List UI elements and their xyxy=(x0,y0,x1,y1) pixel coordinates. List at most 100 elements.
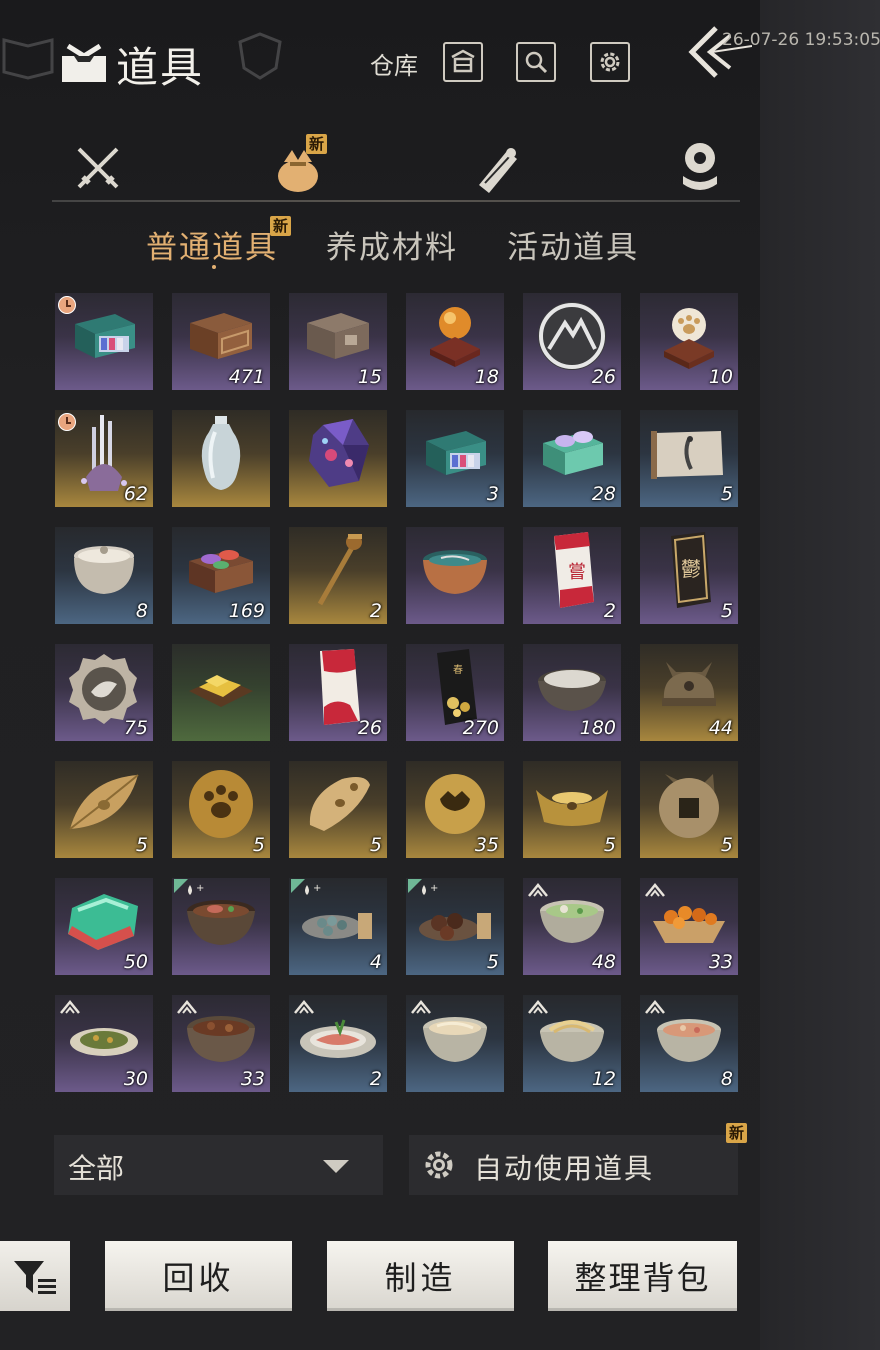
item-slot[interactable]: 嘗2 xyxy=(523,527,621,624)
item-grid: 471 15 18 26 10 62 3 28 5 8 169 2 嘗 2 鬱 5 75 26 春 270 180 44 5… xyxy=(55,293,745,1093)
svg-text:+: + xyxy=(196,883,204,894)
item-count: 10 xyxy=(708,366,733,388)
item-slot[interactable]: 48 xyxy=(523,878,621,975)
subtab-materials[interactable]: 养成材料 xyxy=(326,222,458,267)
item-slot[interactable] xyxy=(172,644,270,741)
item-slot[interactable]: 33 xyxy=(640,878,738,975)
clock-icon xyxy=(58,413,76,431)
item-slot[interactable]: +5 xyxy=(406,878,504,975)
item-slot[interactable]: 10 xyxy=(640,293,738,390)
droplet-icon: + xyxy=(408,879,442,901)
settings-button[interactable] xyxy=(590,42,630,82)
gear-icon xyxy=(425,1151,453,1179)
item-slot[interactable]: + xyxy=(172,878,270,975)
item-count: 8 xyxy=(720,1068,733,1090)
chevron-down-icon xyxy=(323,1160,349,1173)
item-slot[interactable]: 春 270 xyxy=(406,644,504,741)
item-slot[interactable] xyxy=(55,293,153,390)
item-slot[interactable]: 35 xyxy=(406,761,504,858)
filter-button[interactable] xyxy=(0,1241,70,1311)
item-count: 28 xyxy=(591,483,616,505)
item-slot[interactable]: 8 xyxy=(55,527,153,624)
item-count: 33 xyxy=(240,1068,265,1090)
item-count: 169 xyxy=(228,600,265,622)
item-slot[interactable]: 75 xyxy=(55,644,153,741)
bundle-title-icon xyxy=(62,43,106,82)
item-slot[interactable]: 5 xyxy=(55,761,153,858)
item-slot[interactable]: 5 xyxy=(172,761,270,858)
svg-text:嘗: 嘗 xyxy=(568,562,586,583)
gold-tray-icon xyxy=(183,657,259,721)
category-tokens[interactable] xyxy=(672,140,728,196)
item-slot[interactable]: 18 xyxy=(406,293,504,390)
mountain-coin-icon xyxy=(535,299,609,377)
item-slot[interactable]: 33 xyxy=(172,995,270,1092)
item-count: 8 xyxy=(135,600,148,622)
item-slot[interactable]: 62 xyxy=(55,410,153,507)
filter-dropdown[interactable]: 全部 xyxy=(54,1135,383,1195)
item-slot[interactable]: 5 xyxy=(640,410,738,507)
item-count: 62 xyxy=(123,483,148,505)
item-slot[interactable]: 2 xyxy=(289,527,387,624)
item-slot[interactable]: 5 xyxy=(640,761,738,858)
item-slot[interactable]: 15 xyxy=(289,293,387,390)
category-weapons[interactable] xyxy=(70,140,126,196)
sort-bag-button[interactable]: 整理背包 xyxy=(548,1241,737,1311)
item-slot[interactable]: +4 xyxy=(289,878,387,975)
item-count: 471 xyxy=(228,366,265,388)
auto-use-button[interactable]: 自动使用道具 xyxy=(409,1135,738,1195)
subtab-common-items[interactable]: 普通道具 xyxy=(146,222,278,267)
item-slot[interactable]: 5 xyxy=(289,761,387,858)
item-slot[interactable]: 8 xyxy=(640,995,738,1092)
scroll-painting-icon xyxy=(649,423,729,487)
jade-icon xyxy=(64,886,144,960)
auto-use-label: 自动使用道具 xyxy=(474,1152,655,1185)
item-slot[interactable]: 50 xyxy=(55,878,153,975)
item-count: 26 xyxy=(591,366,616,388)
item-slot[interactable]: 44 xyxy=(640,644,738,741)
item-count: 4 xyxy=(369,951,382,973)
item-slot[interactable]: 26 xyxy=(289,644,387,741)
item-slot[interactable]: 12 xyxy=(523,995,621,1092)
category-new-badge: 新 xyxy=(306,134,328,154)
search-icon xyxy=(525,51,548,74)
item-slot[interactable]: 30 xyxy=(55,995,153,1092)
paw-orb-icon xyxy=(654,301,724,375)
craft-button[interactable]: 制造 xyxy=(327,1241,514,1311)
cloth-box-icon xyxy=(418,423,492,487)
item-count: 270 xyxy=(462,717,499,739)
upgrade-icon xyxy=(59,999,81,1015)
item-slot[interactable] xyxy=(289,410,387,507)
item-slot[interactable]: 鬱5 xyxy=(640,527,738,624)
dark-card-icon: 鬱 xyxy=(661,530,717,614)
item-slot[interactable]: 2 xyxy=(289,995,387,1092)
item-slot[interactable]: 471 xyxy=(172,293,270,390)
item-slot[interactable] xyxy=(406,527,504,624)
item-slot[interactable] xyxy=(406,995,504,1092)
flour-bowl-icon xyxy=(532,659,612,719)
gear-icon xyxy=(600,52,620,72)
side-backdrop xyxy=(760,0,880,1350)
item-count: 15 xyxy=(357,366,382,388)
subtab-event-items[interactable]: 活动道具 xyxy=(507,222,639,267)
item-slot[interactable]: 5 xyxy=(523,761,621,858)
item-slot[interactable]: 26 xyxy=(523,293,621,390)
svg-text:鬱: 鬱 xyxy=(681,557,701,581)
item-slot[interactable] xyxy=(172,410,270,507)
recycle-button[interactable]: 回收 xyxy=(105,1241,292,1311)
item-slot[interactable]: 28 xyxy=(523,410,621,507)
item-count: 5 xyxy=(369,834,382,856)
shield-icon xyxy=(238,32,282,80)
search-button[interactable] xyxy=(516,42,556,82)
category-scrolls[interactable] xyxy=(470,140,526,196)
red-card-icon: 嘗 xyxy=(544,530,600,614)
warehouse-button[interactable] xyxy=(443,42,483,82)
upgrade-icon xyxy=(410,999,432,1015)
item-slot[interactable]: 180 xyxy=(523,644,621,741)
item-slot[interactable]: 169 xyxy=(172,527,270,624)
timestamp: 26-07-26 19:53:05 xyxy=(722,30,880,50)
vase-icon xyxy=(193,412,249,498)
wood-chest-icon xyxy=(301,305,375,371)
item-count: 3 xyxy=(486,483,499,505)
item-slot[interactable]: 3 xyxy=(406,410,504,507)
